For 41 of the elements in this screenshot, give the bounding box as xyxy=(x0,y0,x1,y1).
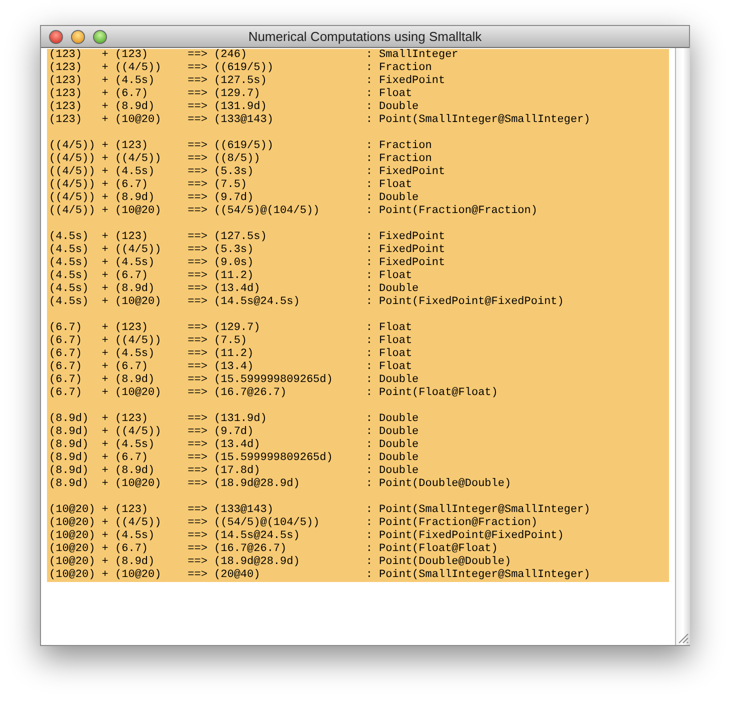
close-button[interactable] xyxy=(49,30,63,44)
zoom-button[interactable] xyxy=(93,30,107,44)
window-title: Numerical Computations using Smalltalk xyxy=(248,28,482,46)
transcript-line: (4.5s) + (8.9d) ==> (13.4d) : Double xyxy=(49,283,419,296)
transcript-line: ((4/5)) + ((4/5)) ==> ((8/5)) : Fraction xyxy=(49,153,432,166)
transcript-line: (8.9d) + (4.5s) ==> (13.4d) : Double xyxy=(49,439,419,452)
transcript-line: (123) + (8.9d) ==> (131.9d) : Double xyxy=(49,101,419,114)
transcript-line: (123) + (6.7) ==> (129.7) : Float xyxy=(49,88,412,101)
transcript-line: ((4/5)) + (6.7) ==> (7.5) : Float xyxy=(49,179,412,192)
transcript-line: (6.7) + (4.5s) ==> (11.2) : Float xyxy=(49,348,412,361)
transcript-line: (6.7) + ((4/5)) ==> (7.5) : Float xyxy=(49,335,412,348)
transcript-line: (6.7) + (8.9d) ==> (15.599999809265d) : Double xyxy=(49,374,419,387)
transcript-line: (10@20) + ((4/5)) ==> ((54/5)@(104/5)) : Point(Fraction@Fraction) xyxy=(49,517,538,530)
transcript-line: ((4/5)) + (8.9d) ==> (9.7d) : Double xyxy=(49,192,419,205)
transcript-line: (4.5s) + (6.7) ==> (11.2) : Float xyxy=(49,270,412,283)
transcript-line: (8.9d) + (6.7) ==> (15.599999809265d) : Double xyxy=(49,452,419,465)
transcript-line: (6.7) + (10@20) ==> (16.7@26.7) : Point(Float@Float) xyxy=(49,387,498,400)
transcript-line: (4.5s) + (10@20) ==> (14.5s@24.5s) : Point(FixedPoint@FixedPoint) xyxy=(49,296,564,309)
transcript-line: (8.9d) + (8.9d) ==> (17.8d) : Double xyxy=(49,465,419,478)
transcript-line: (6.7) + (6.7) ==> (13.4) : Float xyxy=(49,361,412,374)
transcript-line: (8.9d) + (123) ==> (131.9d) : Double xyxy=(49,413,419,426)
transcript-line: (8.9d) + ((4/5)) ==> (9.7d) : Double xyxy=(49,426,419,439)
transcript-line: (4.5s) + ((4/5)) ==> (5.3s) : FixedPoint xyxy=(49,244,446,257)
transcript-line: (8.9d) + (10@20) ==> (18.9d@28.9d) : Point(Double@Double) xyxy=(49,478,512,491)
minimize-button[interactable] xyxy=(71,30,85,44)
transcript-line: (10@20) + (4.5s) ==> (14.5s@24.5s) : Point(FixedPoint@FixedPoint) xyxy=(49,530,564,543)
transcript-line: (123) + ((4/5)) ==> ((619/5)) : Fraction xyxy=(49,62,432,75)
transcript-line: (10@20) + (8.9d) ==> (18.9d@28.9d) : Point(Double@Double) xyxy=(49,556,512,569)
transcript-line: (4.5s) + (123) ==> (127.5s) : FixedPoint xyxy=(49,231,446,244)
transcript-line: ((4/5)) + (123) ==> ((619/5)) : Fraction xyxy=(49,140,432,153)
transcript-line: (10@20) + (123) ==> (133@143) : Point(SmallInteger@SmallInteger) xyxy=(49,504,590,517)
transcript-line: (6.7) + (123) ==> (129.7) : Float xyxy=(49,322,412,335)
transcript-line: ((4/5)) + (4.5s) ==> (5.3s) : FixedPoint xyxy=(49,166,446,179)
transcript-line: (123) + (123) ==> (246) : SmallInteger xyxy=(49,49,458,62)
transcript-line: (10@20) + (6.7) ==> (16.7@26.7) : Point(Float@Float) xyxy=(49,543,498,556)
transcript-line: (123) + (4.5s) ==> (127.5s) : FixedPoint xyxy=(49,75,446,88)
resize-grip-icon[interactable] xyxy=(677,632,689,644)
transcript-line: ((4/5)) + (10@20) ==> ((54/5)@(104/5)) : Point(Fraction@Fraction) xyxy=(49,205,538,218)
transcript-line: (4.5s) + (4.5s) ==> (9.0s) : FixedPoint xyxy=(49,257,446,270)
transcript-line: (123) + (10@20) ==> (133@143) : Point(SmallInteger@SmallInteger) xyxy=(49,114,590,127)
transcript-line: (10@20) + (10@20) ==> (20@40) : Point(SmallInteger@SmallInteger) xyxy=(49,569,590,582)
